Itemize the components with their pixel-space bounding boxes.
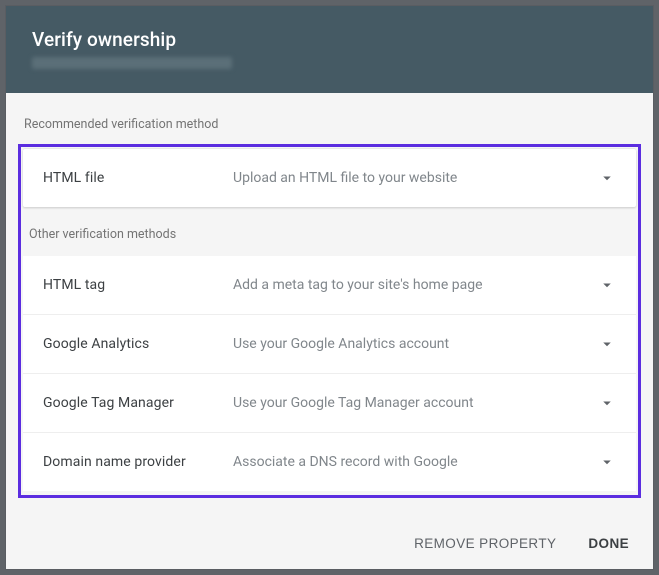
chevron-down-icon [598, 394, 616, 412]
method-name: HTML tag [43, 277, 233, 293]
property-url-blurred [32, 57, 232, 69]
method-description: Add a meta tag to your site's home page [233, 277, 598, 293]
methods-highlight-box: HTML file Upload an HTML file to your we… [18, 144, 641, 498]
method-name: HTML file [43, 170, 233, 186]
dialog-title: Verify ownership [32, 28, 627, 51]
method-google-tag-manager[interactable]: Google Tag Manager Use your Google Tag M… [23, 374, 636, 433]
verify-ownership-dialog: Verify ownership Recommended verificatio… [6, 6, 653, 569]
dialog-content: Recommended verification method HTML fil… [6, 93, 653, 518]
method-domain-name-provider[interactable]: Domain name provider Associate a DNS rec… [23, 433, 636, 491]
chevron-down-icon [598, 335, 616, 353]
dialog-footer: Remove Property Done [6, 518, 653, 569]
method-description: Upload an HTML file to your website [233, 170, 598, 186]
method-html-file[interactable]: HTML file Upload an HTML file to your we… [23, 149, 636, 207]
remove-property-button[interactable]: Remove Property [412, 532, 558, 555]
method-description: Associate a DNS record with Google [233, 454, 598, 470]
chevron-down-icon [598, 169, 616, 187]
method-google-analytics[interactable]: Google Analytics Use your Google Analyti… [23, 315, 636, 374]
method-description: Use your Google Analytics account [233, 336, 598, 352]
done-button[interactable]: Done [586, 532, 631, 555]
other-section-label: Other verification methods [29, 227, 636, 242]
method-html-tag[interactable]: HTML tag Add a meta tag to your site's h… [23, 256, 636, 315]
chevron-down-icon [598, 453, 616, 471]
dialog-header: Verify ownership [6, 6, 653, 93]
method-description: Use your Google Tag Manager account [233, 395, 598, 411]
recommended-section-label: Recommended verification method [24, 117, 641, 132]
method-name: Domain name provider [43, 454, 233, 470]
method-name: Google Tag Manager [43, 395, 233, 411]
chevron-down-icon [598, 276, 616, 294]
method-name: Google Analytics [43, 336, 233, 352]
